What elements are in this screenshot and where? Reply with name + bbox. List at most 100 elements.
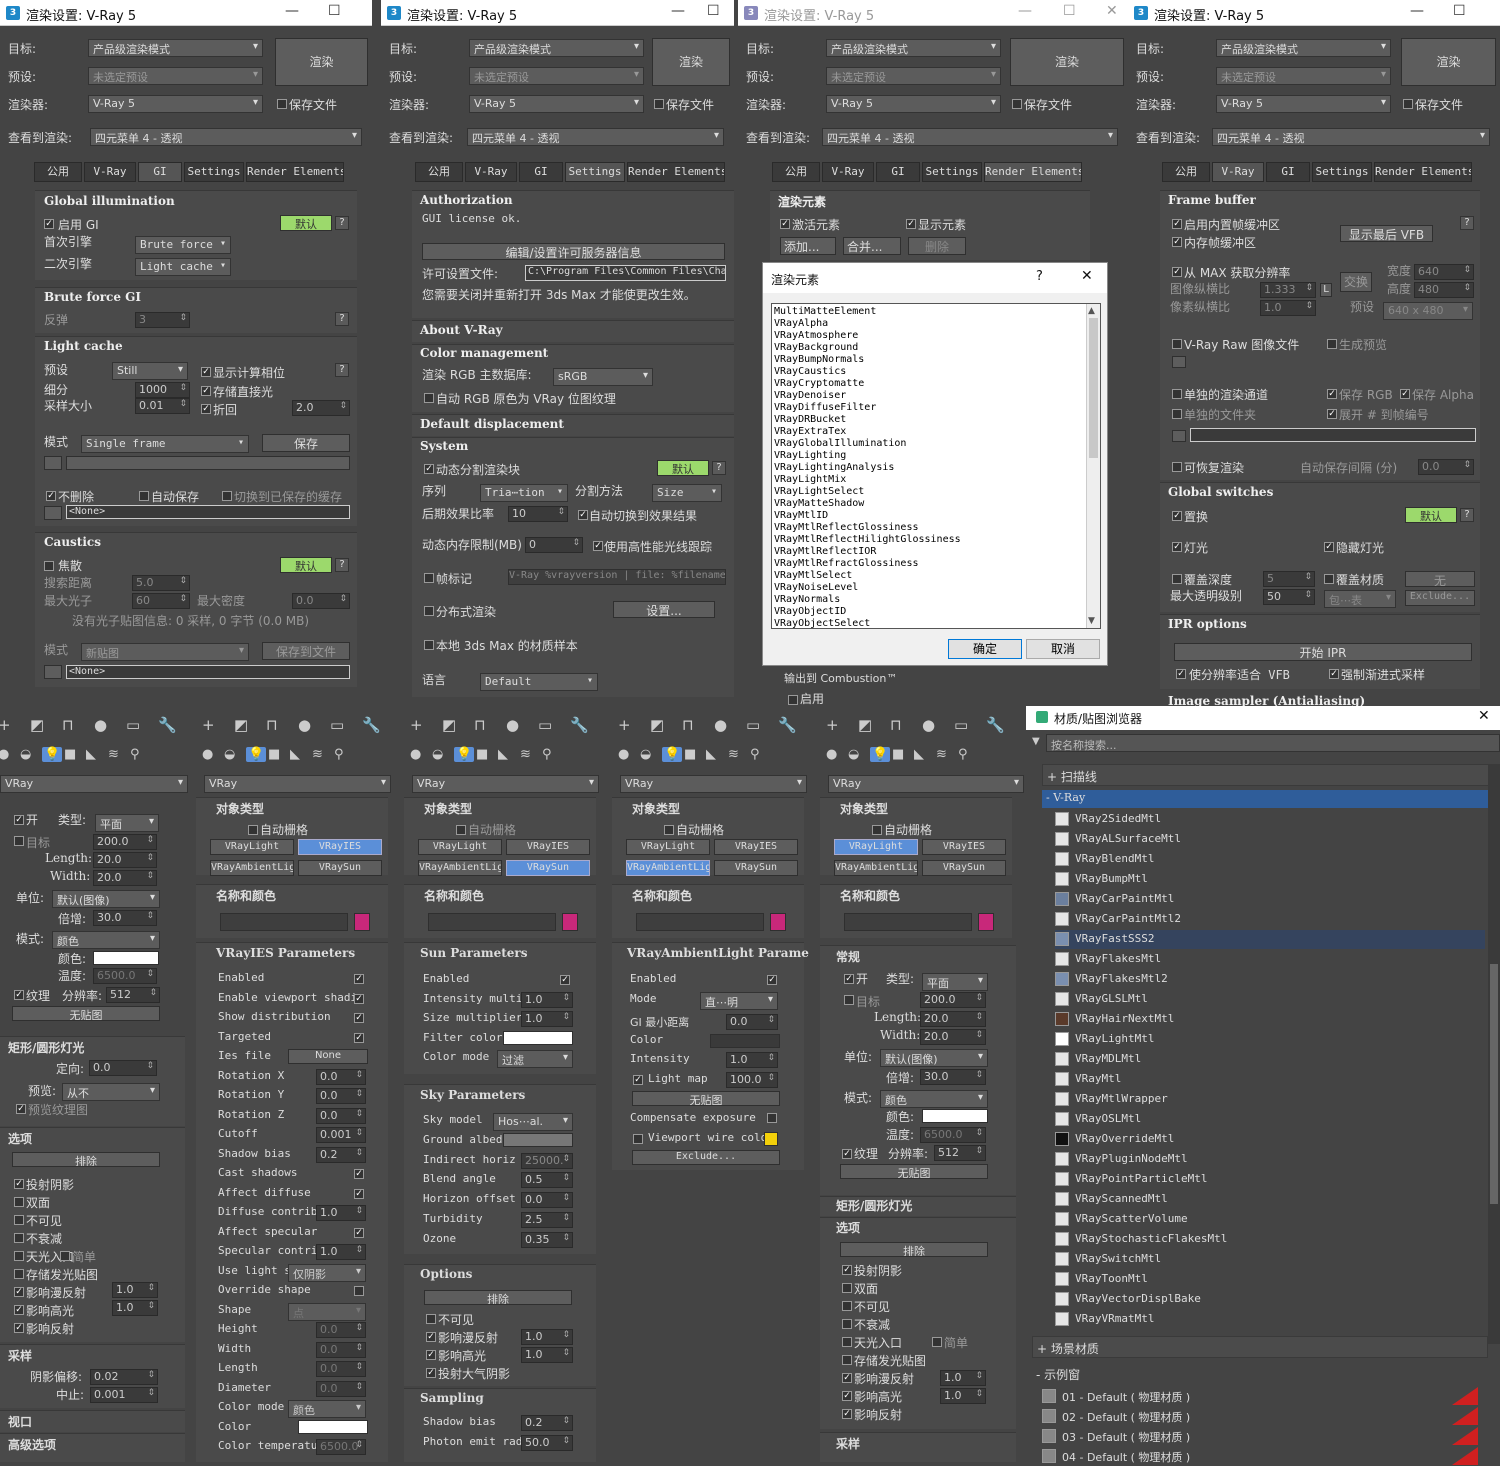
- ies-param-checkbox[interactable]: ✓: [354, 1169, 364, 1179]
- default-disp-header[interactable]: Default displacement: [420, 417, 564, 431]
- tab-gi[interactable]: GI: [138, 162, 182, 182]
- sky-param-spinner[interactable]: 0.35: [521, 1231, 573, 1248]
- lc-browse-button-2[interactable]: [44, 506, 62, 520]
- viewport-header[interactable]: 视口: [8, 1413, 32, 1430]
- tab-render-elements[interactable]: Render Elements: [627, 162, 725, 182]
- sky-param-spinner[interactable]: 0.5: [521, 1172, 573, 1189]
- global-illumination-header[interactable]: Global illumination: [44, 194, 175, 208]
- expand-frame-checkbox[interactable]: ✓: [1327, 409, 1337, 419]
- lights-checkbox[interactable]: ✓: [1172, 542, 1182, 552]
- sun-color-mode-dropdown[interactable]: 过滤: [497, 1050, 573, 1068]
- material-item[interactable]: VRay2SidedMtl: [1055, 810, 1485, 829]
- ies-param-spinner[interactable]: 1.0: [316, 1244, 366, 1260]
- ies-param-spinner[interactable]: 0.001: [316, 1127, 366, 1143]
- browser-scroll-thumb[interactable]: [1490, 964, 1498, 1204]
- element-list-item[interactable]: VRayMtlReflectIOR: [774, 546, 961, 558]
- simple-checkbox[interactable]: [60, 1251, 70, 1261]
- vray-ambient-button[interactable]: VRayAmbientLight: [418, 860, 502, 876]
- material-item[interactable]: VRayMDLMtl: [1055, 1050, 1485, 1069]
- element-list-item[interactable]: VRayCaustics: [774, 366, 961, 378]
- caustics-default-button[interactable]: 默认: [280, 557, 332, 573]
- channels-browse-button[interactable]: [1172, 430, 1186, 442]
- object-name-field[interactable]: [428, 913, 556, 931]
- lc-none-field[interactable]: <None>: [66, 505, 350, 519]
- caustics-browse-button[interactable]: [44, 665, 62, 679]
- sky-params-header[interactable]: Sky Parameters: [420, 1088, 525, 1102]
- maximize-icon[interactable]: ☐: [328, 3, 341, 19]
- advanced-header[interactable]: 高级选项: [8, 1436, 56, 1453]
- tab-common[interactable]: 公用: [772, 162, 820, 182]
- helpers-icon[interactable]: ◣: [498, 747, 508, 762]
- category-dropdown[interactable]: VRay: [620, 775, 807, 793]
- object-type-header[interactable]: 对象类型: [840, 800, 888, 817]
- frame-stamp-field[interactable]: V-Ray %vrayversion | file: %filename: [508, 569, 726, 585]
- help-icon[interactable]: ?: [335, 363, 349, 377]
- create-icon[interactable]: +: [410, 716, 423, 734]
- caustics-checkbox[interactable]: [44, 561, 54, 571]
- local-mat-checkbox[interactable]: [424, 640, 434, 650]
- light-res-spinner[interactable]: 512: [106, 987, 160, 1003]
- store-irr-checkbox[interactable]: [14, 1269, 24, 1279]
- shapes-icon[interactable]: ◒: [848, 747, 859, 762]
- enable-gi-checkbox[interactable]: ✓: [44, 219, 54, 229]
- affect-specular-spinner[interactable]: 1.0: [112, 1300, 158, 1316]
- vl-affect-reflections-checkbox[interactable]: ✓: [842, 1409, 852, 1419]
- show-elements-checkbox[interactable]: ✓: [906, 219, 916, 229]
- display-icon[interactable]: ▭: [330, 716, 344, 734]
- sky-model-dropdown[interactable]: Hos⋯al.: [493, 1113, 573, 1131]
- light-mode-dropdown[interactable]: 颜色: [52, 931, 160, 949]
- material-item[interactable]: VRayBlendMtl: [1055, 850, 1485, 869]
- sun-sampling-header[interactable]: Sampling: [420, 1391, 484, 1405]
- vray-sun-button[interactable]: VRaySun: [922, 860, 1006, 876]
- vl-temp-spinner[interactable]: 6500.0: [920, 1127, 986, 1143]
- invisible-checkbox[interactable]: [14, 1215, 24, 1225]
- material-item[interactable]: VRayVectorDisplBake: [1055, 1290, 1485, 1309]
- help-icon[interactable]: ?: [335, 216, 349, 230]
- ambient-enabled-checkbox[interactable]: ✓: [767, 975, 777, 985]
- vl-skylight-portal-checkbox[interactable]: [842, 1337, 852, 1347]
- tab-gi[interactable]: GI: [1266, 162, 1310, 182]
- ies-param-checkbox[interactable]: ✓: [354, 1188, 364, 1199]
- vl-double-sided-checkbox[interactable]: [842, 1283, 852, 1293]
- vray-ambient-button[interactable]: VRayAmbientLight: [834, 860, 918, 876]
- vray-light-button[interactable]: VRayLight: [210, 839, 294, 855]
- authorization-header[interactable]: Authorization: [420, 193, 513, 207]
- vl-no-decay-checkbox[interactable]: [842, 1319, 852, 1329]
- material-item[interactable]: VRayFlakesMtl: [1055, 950, 1485, 969]
- element-list-item[interactable]: VRayMtlSelect: [774, 570, 961, 582]
- scroll-thumb[interactable]: [1089, 318, 1098, 458]
- force-prog-checkbox[interactable]: ✓: [1329, 669, 1339, 679]
- vl-target-spinner[interactable]: 200.0: [920, 992, 986, 1008]
- raw-browse-button[interactable]: [1172, 356, 1186, 368]
- vray-ies-button[interactable]: VRayIES: [922, 839, 1006, 855]
- sun-enabled-checkbox[interactable]: ✓: [560, 975, 570, 985]
- photon-radius-spinner[interactable]: 50.0: [521, 1435, 573, 1451]
- light-on-checkbox[interactable]: ✓: [14, 815, 24, 825]
- ies-param-spinner[interactable]: 0.0: [316, 1380, 366, 1397]
- ies-param-spinner[interactable]: 0.0: [316, 1322, 366, 1338]
- dialog-help-button[interactable]: ?: [1036, 269, 1043, 284]
- tab-render-elements[interactable]: Render Elements: [984, 162, 1082, 182]
- tab-settings[interactable]: Settings: [1312, 162, 1372, 182]
- help-icon[interactable]: ?: [1460, 216, 1474, 230]
- minimize-icon[interactable]: —: [671, 3, 685, 19]
- hierarchy-icon[interactable]: ⊓: [266, 716, 278, 734]
- display-icon[interactable]: ▭: [538, 716, 552, 734]
- sun-exclude-button[interactable]: 排除: [424, 1290, 572, 1305]
- lock-aspect-button[interactable]: L: [1320, 283, 1332, 297]
- rgb-dropdown[interactable]: sRGB: [553, 368, 653, 386]
- ies-param-spinner[interactable]: 0.0: [316, 1341, 366, 1358]
- gs-default-button[interactable]: 默认: [1405, 507, 1457, 523]
- category-dropdown[interactable]: VRay: [0, 775, 188, 793]
- ambient-exclude-button[interactable]: Exclude...: [632, 1150, 780, 1165]
- tab-settings[interactable]: Settings: [922, 162, 982, 182]
- ies-param-checkbox[interactable]: [354, 1286, 364, 1296]
- display-icon[interactable]: ▭: [126, 716, 140, 734]
- preset-dropdown[interactable]: 未选定预设: [826, 67, 1001, 85]
- object-color-swatch[interactable]: [562, 913, 578, 931]
- lc-save-button[interactable]: 保存: [262, 434, 350, 452]
- sample-size-spinner[interactable]: 0.01: [135, 398, 190, 414]
- vray-light-button[interactable]: VRayLight: [834, 839, 918, 855]
- use-hp-checkbox[interactable]: ✓: [593, 541, 603, 551]
- aspect-spinner[interactable]: 1.333: [1260, 282, 1316, 298]
